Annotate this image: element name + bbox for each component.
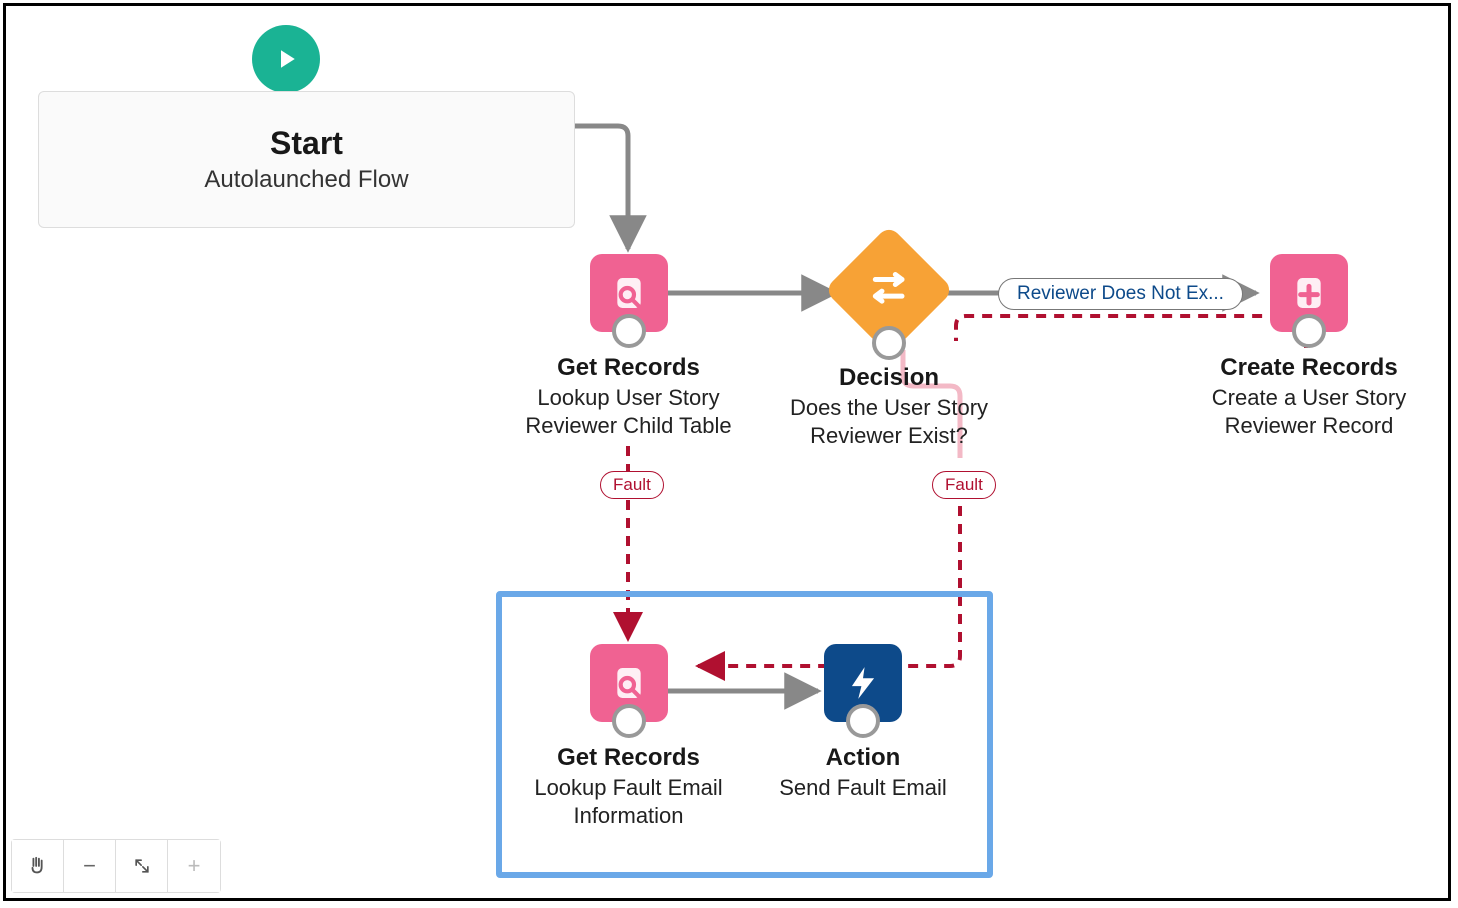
start-icon[interactable] <box>252 25 320 93</box>
node-handle[interactable] <box>1292 314 1326 348</box>
node-action[interactable]: Action Send Fault Email <box>768 644 958 802</box>
create-records-icon <box>1270 254 1348 332</box>
node-handle[interactable] <box>846 704 880 738</box>
start-subtitle: Autolaunched Flow <box>204 166 408 194</box>
node-subtitle: Does the User Story Reviewer Exist? <box>774 394 1004 449</box>
node-handle[interactable] <box>612 704 646 738</box>
zoom-toolbar: − + <box>11 839 221 893</box>
get-records-icon <box>590 254 668 332</box>
fit-to-screen-button[interactable] <box>116 840 168 892</box>
node-title: Action <box>768 744 958 772</box>
fault-label: Fault <box>932 471 996 499</box>
action-icon <box>824 644 902 722</box>
node-subtitle: Send Fault Email <box>768 774 958 802</box>
fault-label: Fault <box>600 471 664 499</box>
zoom-in-button[interactable]: + <box>168 840 220 892</box>
node-title: Get Records <box>516 744 741 772</box>
start-title: Start <box>270 125 343 162</box>
node-subtitle: Create a User Story Reviewer Record <box>1184 384 1434 439</box>
node-handle[interactable] <box>872 326 906 360</box>
node-subtitle: Lookup Fault Email Information <box>516 774 741 829</box>
node-title: Get Records <box>501 354 756 382</box>
node-subtitle: Lookup User Story Reviewer Child Table <box>501 384 756 439</box>
pan-button[interactable] <box>12 840 64 892</box>
flow-canvas[interactable]: Start Autolaunched Flow Get Records Look… <box>6 6 1448 898</box>
zoom-out-button[interactable]: − <box>64 840 116 892</box>
node-decision[interactable]: Decision Does the User Story Reviewer Ex… <box>774 234 1004 449</box>
node-title: Decision <box>774 364 1004 392</box>
node-get-records-2[interactable]: Get Records Lookup Fault Email Informati… <box>516 644 741 829</box>
start-node[interactable]: Start Autolaunched Flow <box>38 91 575 228</box>
node-handle[interactable] <box>612 314 646 348</box>
node-title: Create Records <box>1184 354 1434 382</box>
node-get-records-1[interactable]: Get Records Lookup User Story Reviewer C… <box>501 254 756 439</box>
outcome-chip[interactable]: Reviewer Does Not Ex... <box>998 278 1243 310</box>
get-records-icon <box>590 644 668 722</box>
